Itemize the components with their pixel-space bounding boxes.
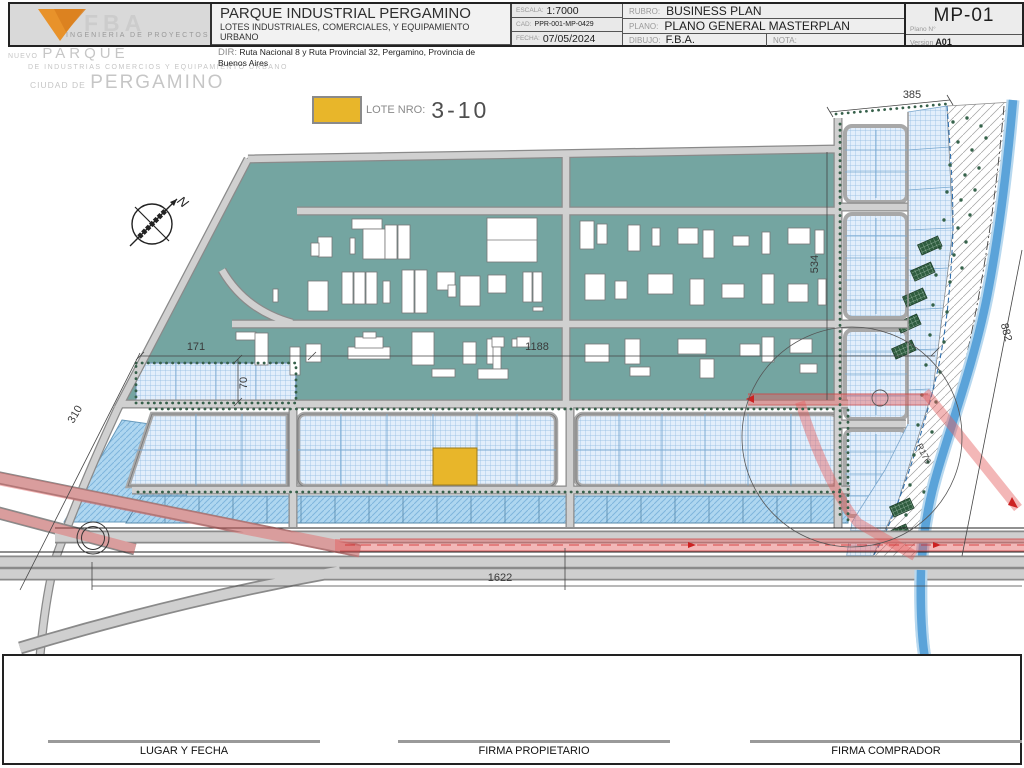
dim-385: 385: [903, 89, 921, 101]
west-inner-lot: [136, 363, 296, 403]
masterplan-sheet: 385 534 1188 171 70 310 1622 882 R176 N: [0, 0, 1024, 768]
signature-line: [48, 740, 320, 743]
escala-label: ESCALA:: [516, 7, 543, 14]
nota-label: NOTA:: [773, 36, 797, 45]
highlighted-lot-3-10: [433, 448, 477, 485]
signature-line: [398, 740, 670, 743]
watermark-nuevo: NUEVO: [8, 53, 38, 60]
north-compass: N: [130, 193, 192, 246]
cad-label: CAD:: [516, 21, 532, 28]
legend-value: 3-10: [431, 97, 489, 124]
escala-value: 1:7000: [546, 5, 578, 17]
fecha-value: 07/05/2024: [543, 33, 596, 45]
plano-n-label: Plano N°: [906, 26, 1022, 35]
sheet-number-cell: MP-01 Plano N° Version A01: [906, 4, 1022, 45]
signature-lugar-fecha: LUGAR Y FECHA: [48, 740, 320, 757]
signature-comprador: FIRMA COMPRADOR: [750, 740, 1022, 757]
rubro-value: BUSINESS PLAN: [666, 4, 761, 18]
version-label: Version: [910, 40, 933, 47]
title-block: FBA INGENIERIA DE PROYECTOS PARQUE INDUS…: [8, 2, 1024, 47]
site-plan-drawing: 385 534 1188 171 70 310 1622 882 R176 N: [0, 0, 1024, 768]
watermark-line3: CIUDAD DE PERGAMINO: [30, 73, 288, 92]
legend-label: LOTE NRO:: [366, 104, 425, 116]
signature-propietario: FIRMA PROPIETARIO: [398, 740, 670, 757]
escala-row: ESCALA: 1:7000: [512, 4, 622, 18]
cad-row: CAD: PPR-001-MP-0429: [512, 18, 622, 32]
dim-310: 310: [66, 404, 86, 426]
dim-1188: 1188: [525, 341, 549, 353]
dibujo-cell: DIBUJO: F.B.A.: [623, 34, 760, 46]
nota-cell: NOTA:: [766, 34, 904, 46]
dir-label: DIR:: [218, 47, 237, 58]
version-value: A01: [935, 37, 952, 47]
legend-swatch: [312, 96, 362, 124]
rubro-row: RUBRO: BUSINESS PLAN: [623, 4, 904, 19]
lot-legend: LOTE NRO: 3-10: [312, 96, 489, 124]
signature-line: [750, 740, 1022, 743]
dim-1622: 1622: [488, 572, 512, 584]
signature-label-comprador: FIRMA COMPRADOR: [750, 745, 1022, 757]
watermark-ciudad: CIUDAD DE: [30, 80, 86, 90]
cad-value: PPR-001-MP-0429: [535, 21, 594, 28]
signature-label-propietario: FIRMA PROPIETARIO: [398, 745, 670, 757]
dir-value: Ruta Nacional 8 y Ruta Provincial 32, Pe…: [218, 47, 475, 68]
plano-label: PLANO:: [629, 22, 658, 31]
river-lower: [921, 570, 925, 658]
signature-label-lugar: LUGAR Y FECHA: [48, 745, 320, 757]
fecha-label: FECHA:: [516, 35, 540, 42]
rubro-label: RUBRO:: [629, 7, 660, 16]
watermark-pergamino: PERGAMINO: [90, 72, 224, 93]
dim-70: 70: [238, 377, 250, 389]
project-title: PARQUE INDUSTRIAL PERGAMINO: [212, 4, 510, 22]
project-subtitle: LOTES INDUSTRIALES, COMERCIALES, Y EQUIP…: [212, 22, 510, 45]
dim-534: 534: [809, 255, 821, 273]
lot-blocks: [128, 414, 838, 486]
meta-cell: ESCALA: 1:7000 CAD: PPR-001-MP-0429 FECH…: [512, 4, 623, 45]
plano-row: PLANO: PLANO GENERAL MASTERPLAN: [623, 19, 904, 34]
project-title-cell: PARQUE INDUSTRIAL PERGAMINO LOTES INDUST…: [212, 4, 512, 45]
company-logo: FBA INGENIERIA DE PROYECTOS: [10, 4, 212, 45]
signature-box: LUGAR Y FECHA FIRMA PROPIETARIO FIRMA CO…: [2, 654, 1022, 765]
dim-882: 882: [998, 322, 1014, 343]
sheet-code: MP-01: [906, 4, 1022, 26]
dibujo-label: DIBUJO:: [629, 36, 661, 45]
version-row: Version A01: [906, 35, 1022, 49]
dibujo-nota-row: DIBUJO: F.B.A. NOTA:: [623, 34, 904, 46]
dim-171: 171: [187, 341, 205, 353]
logo-tagline: INGENIERIA DE PROYECTOS: [66, 32, 210, 39]
project-address: DIR: Ruta Nacional 8 y Ruta Provincial 3…: [212, 45, 510, 70]
watermark-parque: PARQUE: [42, 45, 128, 62]
plano-value: PLANO GENERAL MASTERPLAN: [664, 19, 850, 33]
fecha-row: FECHA: 07/05/2024: [512, 32, 622, 45]
plan-info-cell: RUBRO: BUSINESS PLAN PLANO: PLANO GENERA…: [623, 4, 906, 45]
north-label: N: [174, 193, 191, 211]
dibujo-value: F.B.A.: [666, 34, 695, 46]
